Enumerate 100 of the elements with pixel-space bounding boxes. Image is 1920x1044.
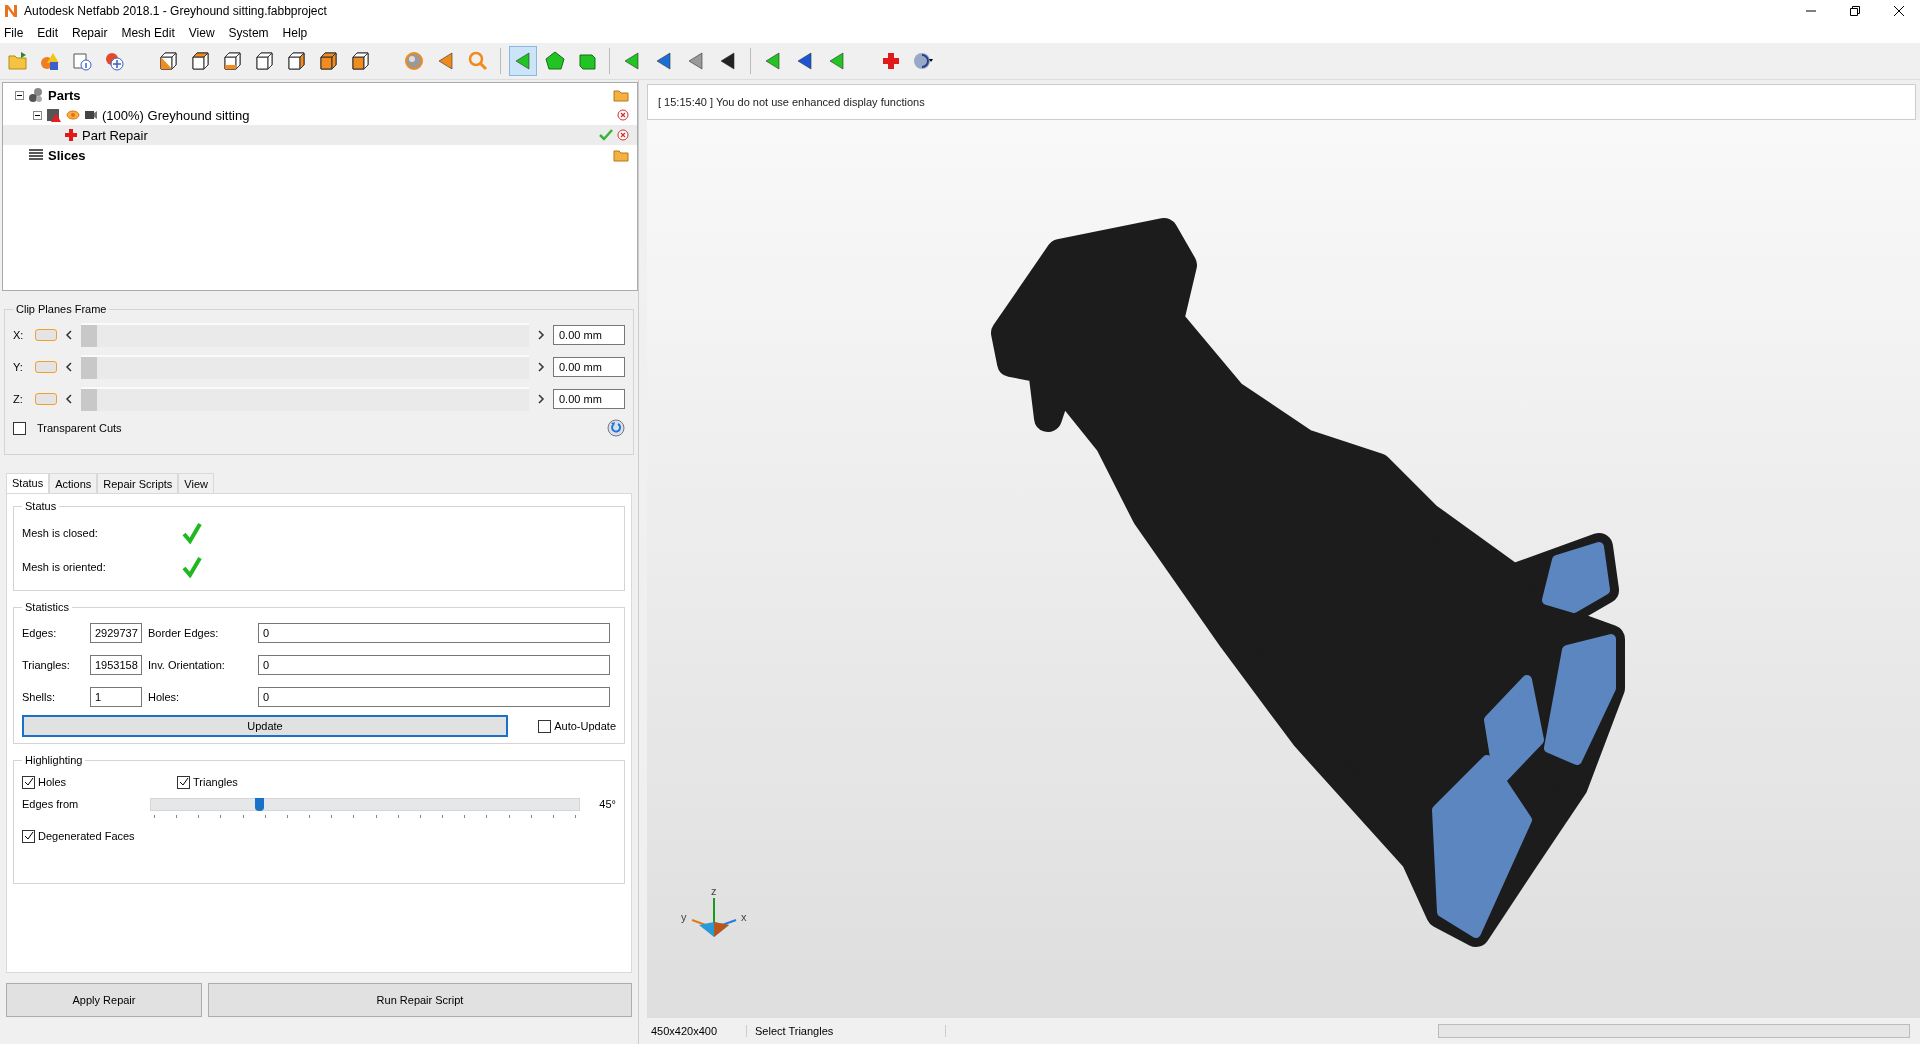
tree-item[interactable]: Slices <box>3 145 637 165</box>
slider-thumb[interactable] <box>255 798 264 811</box>
slider-label: Edges from <box>22 798 80 810</box>
slider-thumb[interactable] <box>81 357 97 379</box>
pentagon-icon <box>544 50 566 72</box>
axis-label: y <box>681 911 687 923</box>
tab[interactable]: View <box>178 473 214 493</box>
add-icon <box>103 50 125 72</box>
cube-icon <box>253 50 275 72</box>
axis-label: X: <box>13 329 25 341</box>
tree-item[interactable]: Parts <box>3 85 637 105</box>
close-icon[interactable] <box>1894 6 1904 16</box>
clip-slider[interactable] <box>81 355 529 379</box>
tree-label: Parts <box>48 87 81 103</box>
checkbox[interactable] <box>13 421 26 435</box>
value-field[interactable]: 0.00 mm <box>553 357 625 377</box>
value-field: 0 <box>258 655 610 675</box>
checkbox-label: Auto-Update <box>554 720 616 732</box>
field-label: Holes: <box>148 691 181 703</box>
menu-item[interactable]: Edit <box>37 25 59 40</box>
value-field: 0 <box>258 623 610 643</box>
remove-icon[interactable] <box>617 109 629 121</box>
checkbox-label: Transparent Cuts <box>37 422 122 434</box>
status-text: Select Triangles <box>747 1025 946 1037</box>
tree-item[interactable]: Part Repair <box>3 125 637 145</box>
app-logo-icon <box>4 4 18 18</box>
tab[interactable]: Actions <box>49 473 98 493</box>
menu-item[interactable]: Repair <box>72 25 108 40</box>
menu-item[interactable]: Help <box>282 25 308 40</box>
axis-triad-drawing <box>691 897 737 937</box>
value-field[interactable]: 0.00 mm <box>553 389 625 409</box>
clip-slider[interactable] <box>81 323 529 347</box>
slider-reading: 45° <box>598 798 616 810</box>
status-label: Mesh is closed: <box>22 527 99 539</box>
value-field: 0 <box>258 687 610 707</box>
status-label: Mesh is oriented: <box>22 561 107 573</box>
field-label: Border Edges: <box>148 627 220 639</box>
spheres-icon <box>28 87 44 103</box>
checkbox-label: Triangles <box>193 776 238 788</box>
field-label: Shells: <box>22 691 57 703</box>
checkbox[interactable] <box>22 775 35 789</box>
field-label: Triangles: <box>22 659 71 671</box>
value-field: 1 <box>90 687 142 707</box>
folder-icon <box>7 50 29 72</box>
group-title: Clip Planes Frame <box>15 303 108 315</box>
checkbox[interactable] <box>177 775 190 789</box>
collapse-icon[interactable] <box>15 90 24 100</box>
sphere-icon <box>403 50 425 72</box>
tab[interactable]: Status <box>6 473 50 494</box>
checkmark-icon <box>599 129 613 141</box>
clip-toggle[interactable] <box>35 361 57 373</box>
repair-cross-icon <box>880 50 902 72</box>
menu-item[interactable]: View <box>188 25 215 40</box>
menu-item[interactable]: Mesh Edit <box>121 25 175 40</box>
folder-icon[interactable] <box>613 88 629 102</box>
cube-icon <box>317 50 339 72</box>
tab[interactable]: Repair Scripts <box>97 473 179 493</box>
disc-icon <box>912 50 934 72</box>
checkbox[interactable] <box>22 829 35 843</box>
action-button[interactable]: Apply Repair <box>6 983 202 1017</box>
field-label: Inv. Orientation: <box>148 659 226 671</box>
group-title: Status <box>24 500 58 512</box>
menu-item[interactable]: System <box>228 25 269 40</box>
search-icon <box>467 50 489 72</box>
menu-item[interactable]: File <box>4 25 24 40</box>
value-field: 1953158 <box>90 655 142 675</box>
tree-item[interactable]: (100%) Greyhound sitting <box>3 105 637 125</box>
axis-label: Z: <box>13 393 24 405</box>
checkbox-label: Degenerated Faces <box>38 830 135 842</box>
folder-icon[interactable] <box>613 148 629 162</box>
clip-slider[interactable] <box>81 387 529 411</box>
restore-icon[interactable] <box>1850 6 1860 16</box>
checkbox-label: Holes <box>38 776 67 788</box>
cube-icon <box>285 50 307 72</box>
repair-cross-icon <box>64 128 78 142</box>
cube-icon <box>349 50 371 72</box>
info-icon <box>71 50 93 72</box>
remove-icon[interactable] <box>617 129 629 141</box>
camera-icon[interactable] <box>84 108 98 122</box>
warning-cube-icon <box>46 107 62 123</box>
tree-label: (100%) Greyhound sitting <box>102 107 250 123</box>
reset-icon[interactable] <box>607 419 625 437</box>
action-button[interactable]: Run Repair Script <box>208 983 632 1017</box>
clip-toggle[interactable] <box>35 393 57 405</box>
clip-toggle[interactable] <box>35 329 57 341</box>
tree-label: Part Repair <box>82 127 148 143</box>
checkbox[interactable] <box>538 719 552 733</box>
status-text: 450x420x400 <box>647 1025 747 1037</box>
value-field: 2929737 <box>90 623 142 643</box>
axis-label: Y: <box>13 361 24 373</box>
slider-thumb[interactable] <box>81 325 97 347</box>
3d-viewport[interactable]: z y x <box>647 120 1920 1017</box>
window-title: Autodesk Netfabb 2018.1 - Greyhound sitting.fabbproject <box>24 4 327 18</box>
update-button[interactable]: Update <box>22 715 508 737</box>
collapse-icon[interactable] <box>33 110 42 120</box>
axis-label: x <box>741 911 747 923</box>
value-field[interactable]: 0.00 mm <box>553 325 625 345</box>
slider-thumb[interactable] <box>81 389 97 411</box>
tree-label: Slices <box>48 147 86 163</box>
edges-slider[interactable] <box>150 798 580 811</box>
